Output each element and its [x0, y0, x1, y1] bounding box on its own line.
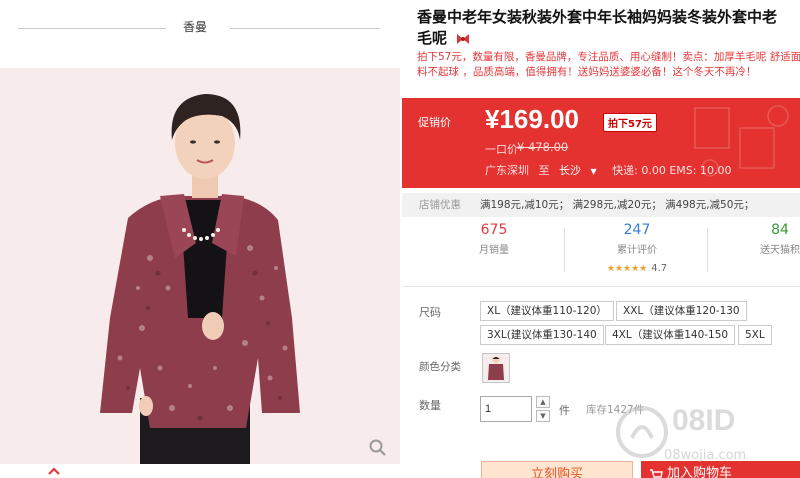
- shipping-fees: 快递: 0.00 EMS: 10.00: [612, 164, 732, 177]
- promo-price: ¥169.00: [485, 104, 579, 134]
- store-name[interactable]: 香曼: [160, 18, 230, 35]
- original-price-label: 一口价: [485, 143, 518, 156]
- main-product-image[interactable]: [0, 68, 400, 464]
- promo-price-label: 促销价: [418, 116, 451, 129]
- size-option-xl[interactable]: XL（建议体重110-120）: [480, 301, 614, 321]
- color-label: 颜色分类: [419, 361, 461, 373]
- stock-count: 库存1427件: [586, 404, 645, 416]
- product-title-line2: 毛呢: [417, 27, 470, 48]
- bow-icon: [457, 33, 470, 44]
- divider: [707, 228, 708, 272]
- quantity-decrease-button[interactable]: ▼: [536, 410, 550, 422]
- add-to-cart-label: 加入购物车: [667, 466, 733, 478]
- quantity-increase-button[interactable]: ▲: [536, 396, 550, 408]
- product-info: 香曼中老年女装秋装外套中年长袖妈妈装冬装外套中老 毛呢 拍下57元，数量有限，香…: [402, 0, 800, 478]
- stat-points: 84 送天猫积: [720, 222, 800, 256]
- ship-to-word: 至: [538, 164, 550, 177]
- product-page: 香曼 香曼中老年女装秋装外套中年长袖妈妈装冬装外套中老 毛呢 拍下57元，数量有…: [0, 0, 800, 478]
- sales-stats: 675 月销量 247 累计评价 ★★★★★ 4.7 84 送天猫积: [402, 222, 800, 278]
- swatch-thumbnail-icon: [483, 354, 509, 382]
- rating-value: 4.7: [651, 263, 668, 274]
- review-label: 累计评价: [617, 245, 657, 256]
- coupon-label: 店铺优惠: [419, 199, 461, 211]
- sales-label: 月销量: [479, 245, 509, 256]
- product-subtitle: 拍下57元，数量有限，香曼品牌，专注品质、用心缝制！卖点：加厚羊毛呢 舒适面料不…: [417, 51, 800, 78]
- review-count: 247: [623, 222, 651, 238]
- size-option-4xl[interactable]: 4XL（建议体重140-150: [605, 325, 736, 345]
- store-header: 香曼: [0, 0, 400, 60]
- divider: [230, 28, 380, 29]
- chevron-down-icon: ▼: [590, 167, 597, 176]
- ship-city-label: 长沙: [559, 164, 581, 177]
- buy-now-button[interactable]: 立刻购买: [481, 461, 633, 478]
- divider: [402, 286, 800, 287]
- color-swatch[interactable]: [482, 353, 510, 383]
- divider: [18, 28, 166, 29]
- price-panel: 促销价 ¥169.00 拍下57元 一口价 ¥ 478.00 广东深圳 至 长沙…: [402, 98, 800, 188]
- store-coupons: 店铺优惠 满198元,减10元； 满298元,减20元； 满498元,减50元；: [402, 193, 800, 217]
- points-label: 送天猫积: [760, 245, 800, 256]
- ship-from: 广东深圳: [485, 164, 529, 177]
- ship-city-select[interactable]: 长沙 ▼: [559, 164, 603, 177]
- stat-reviews[interactable]: 247 累计评价 ★★★★★ 4.7: [577, 222, 697, 275]
- add-to-cart-button[interactable]: 加入购物车: [641, 461, 800, 478]
- original-price: ¥ 478.00: [517, 140, 569, 154]
- quantity-input[interactable]: [480, 396, 532, 422]
- product-title-text: 毛呢: [417, 29, 448, 47]
- zoom-icon[interactable]: [368, 438, 388, 458]
- discount-badge: 拍下57元: [603, 113, 657, 132]
- size-label: 尺码: [419, 306, 441, 319]
- quantity-label: 数量: [419, 399, 441, 412]
- gallery: 香曼: [0, 0, 400, 478]
- cart-icon: [650, 469, 663, 478]
- size-option-5xl[interactable]: 5XL: [738, 325, 772, 345]
- shipping-info: 广东深圳 至 长沙 ▼ 快递: 0.00 EMS: 10.00: [485, 162, 737, 178]
- sales-count: 675: [480, 222, 508, 238]
- size-option-3xl[interactable]: 3XL(建议体重130-140: [480, 325, 604, 345]
- chevron-down-icon: ▼: [540, 412, 546, 420]
- product-title: 香曼中老年女装秋装外套中年长袖妈妈装冬装外套中老: [417, 8, 778, 26]
- quantity-unit: 件: [559, 404, 570, 417]
- model-illustration: [0, 68, 400, 464]
- rating-stars: ★★★★★: [606, 264, 648, 274]
- divider: [564, 228, 565, 272]
- chevron-up-icon[interactable]: [46, 464, 62, 478]
- chevron-up-icon: ▲: [540, 398, 546, 406]
- stat-monthly-sales: 675 月销量: [434, 222, 554, 256]
- points-count: 84: [771, 222, 789, 238]
- size-option-xxl[interactable]: XXL（建议体重120-130: [616, 301, 747, 321]
- coupon-text: 满198元,减10元； 满298元,减20元； 满498元,减50元；: [480, 199, 755, 211]
